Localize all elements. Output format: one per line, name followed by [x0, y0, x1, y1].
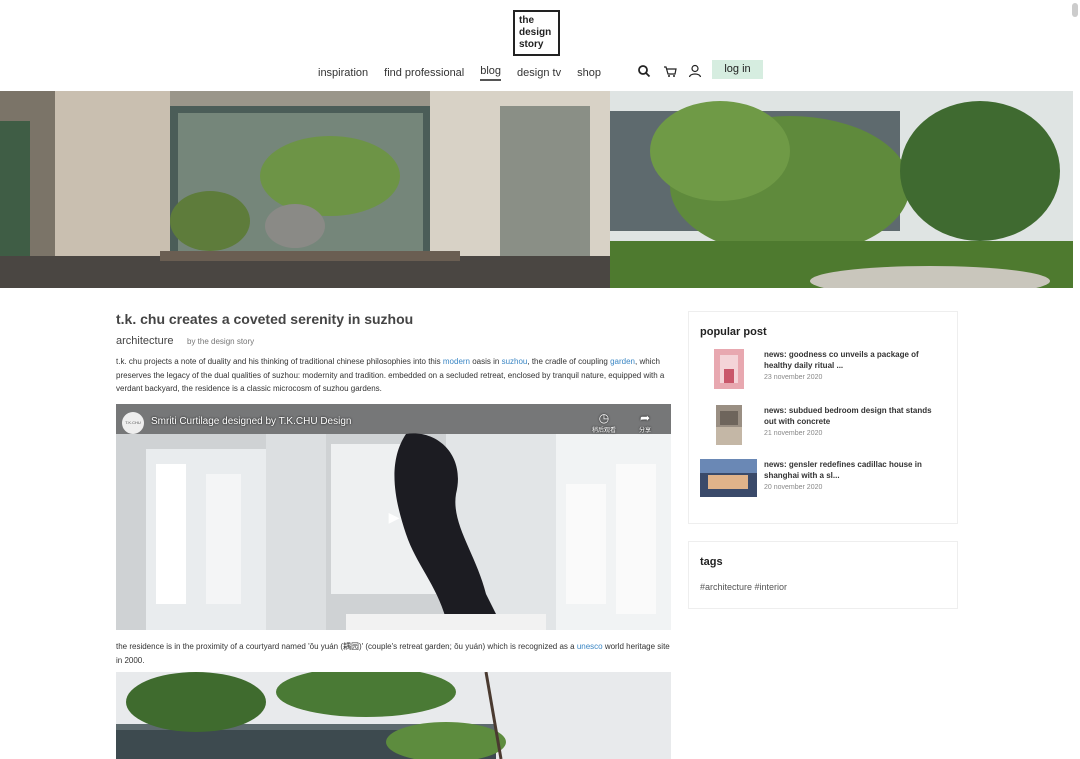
post-thumbnail[interactable]: [700, 459, 757, 497]
clock-icon: ◷: [598, 411, 610, 425]
link-garden[interactable]: garden: [610, 357, 635, 366]
article-paragraph-1: t.k. chu projects a note of duality and …: [116, 357, 665, 393]
scrollbar-thumb[interactable]: [1072, 3, 1078, 17]
post-thumbnail[interactable]: [714, 349, 744, 389]
site-logo[interactable]: the design story: [513, 10, 560, 56]
nav-find-professional[interactable]: find professional: [384, 67, 464, 79]
popular-post-card: popular post news: goodness co unveils a…: [688, 311, 958, 524]
popular-post-item[interactable]: news: gensler redefines cadillac house i…: [700, 459, 950, 503]
logo-line-2: design: [519, 27, 552, 38]
article-paragraph-2: the residence is in the proximity of a c…: [116, 642, 670, 665]
watch-later-label: 稍后观看: [591, 428, 616, 434]
post-date: 23 november 2020: [764, 374, 823, 381]
post-date: 21 november 2020: [764, 430, 823, 437]
search-icon[interactable]: [637, 64, 651, 78]
user-icon[interactable]: [688, 64, 702, 78]
tag-list[interactable]: #architecture #interior: [700, 582, 787, 592]
link-suzhou[interactable]: suzhou: [502, 357, 528, 366]
nav-shop[interactable]: shop: [577, 67, 601, 79]
article-category[interactable]: architecture: [116, 335, 173, 347]
article-photo: [116, 672, 671, 759]
share-button[interactable]: ➦ 分享: [632, 411, 658, 434]
tags-card: tags #architecture #interior: [688, 541, 958, 609]
nav-inspiration[interactable]: inspiration: [318, 67, 368, 79]
popular-post-item[interactable]: news: subdued bedroom design that stands…: [700, 405, 950, 449]
post-title[interactable]: news: gensler redefines cadillac house i…: [764, 459, 944, 481]
logo-line-3: story: [519, 39, 544, 50]
logo-line-1: the: [519, 15, 534, 26]
link-unesco[interactable]: unesco: [577, 642, 603, 651]
video-channel-logo[interactable]: T.K.CHU: [122, 412, 144, 434]
share-icon: ➦: [639, 411, 651, 425]
nav-design-tv[interactable]: design tv: [517, 67, 561, 79]
post-title[interactable]: news: goodness co unveils a package of h…: [764, 349, 944, 371]
main-nav: inspiration find professional blog desig…: [318, 65, 617, 81]
tags-heading: tags: [700, 556, 723, 568]
login-button[interactable]: log in: [712, 60, 763, 79]
share-label: 分享: [638, 428, 651, 434]
video-player[interactable]: T.K.CHU Smriti Curtilage designed by T.K…: [116, 404, 671, 630]
post-title[interactable]: news: subdued bedroom design that stands…: [764, 405, 944, 427]
popular-post-item[interactable]: news: goodness co unveils a package of h…: [700, 349, 950, 393]
post-date: 20 november 2020: [764, 484, 823, 491]
link-modern[interactable]: modern: [443, 357, 470, 366]
video-title[interactable]: Smriti Curtilage designed by T.K.CHU Des…: [151, 416, 351, 427]
watch-later-button[interactable]: ◷ 稍后观看: [591, 411, 617, 434]
play-icon[interactable]: ▶: [384, 507, 404, 527]
post-thumbnail[interactable]: [716, 405, 742, 445]
hero-image: [0, 91, 1073, 288]
popular-post-heading: popular post: [700, 326, 767, 338]
article-byline: by the design story: [187, 337, 255, 346]
cart-icon[interactable]: [663, 64, 677, 78]
nav-blog[interactable]: blog: [480, 65, 502, 81]
article-title: t.k. chu creates a coveted serenity in s…: [116, 311, 414, 327]
